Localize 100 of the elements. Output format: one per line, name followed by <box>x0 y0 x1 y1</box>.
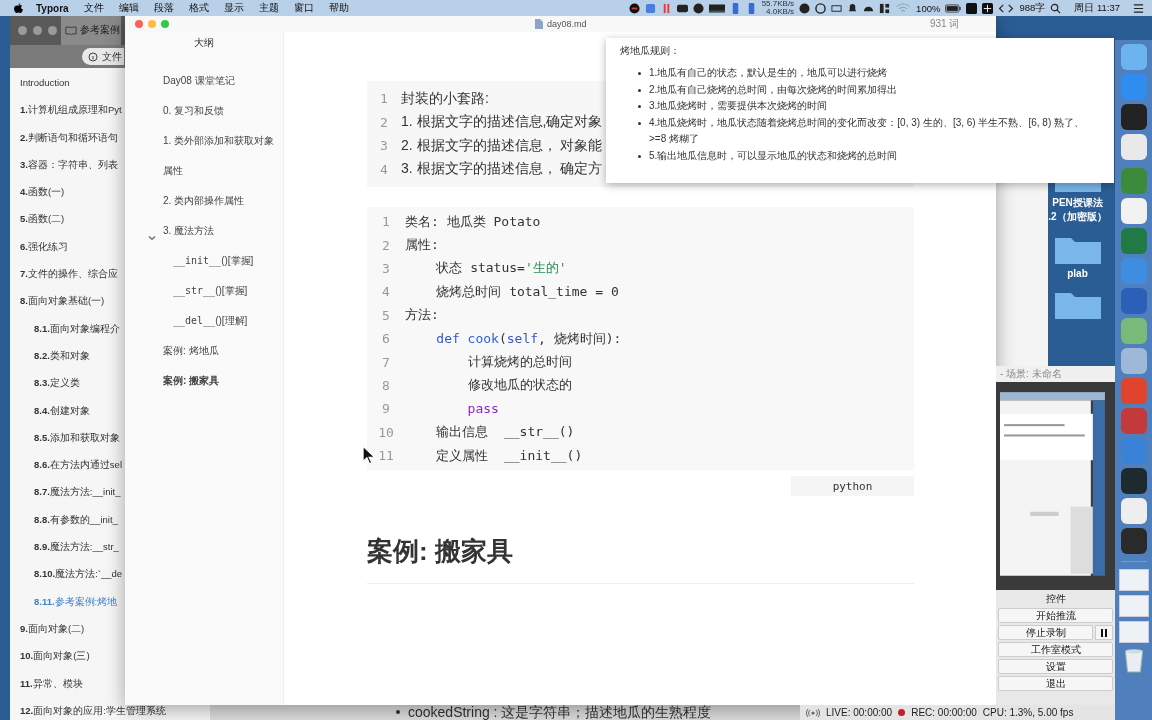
app-icon[interactable] <box>1120 104 1147 130</box>
bell-icon[interactable] <box>847 2 859 14</box>
tray-icon[interactable] <box>966 2 978 14</box>
chevron-icon[interactable] <box>148 234 156 242</box>
control-button[interactable]: 退出 <box>998 676 1113 691</box>
app-icon[interactable] <box>1120 134 1147 160</box>
toc-item[interactable]: 8.1.面向对象编程介 <box>34 321 120 336</box>
control-button[interactable]: 开始推流 <box>998 608 1113 623</box>
section-heading: 案例: 搬家具 <box>367 535 514 569</box>
outline-item[interactable]: Day08 课堂笔记 <box>125 66 281 96</box>
toc-item[interactable]: 8.8.有参数的__init_ <box>34 512 118 527</box>
search-icon[interactable] <box>1050 2 1062 14</box>
window-thumbnail[interactable] <box>1118 569 1149 591</box>
toc-item[interactable]: 8.10.魔法方法:`__de <box>34 567 123 582</box>
tray-icon[interactable] <box>676 2 688 14</box>
line-number: 1 <box>382 214 390 230</box>
toc-item[interactable]: 4.函数(一) <box>20 185 65 200</box>
address-field[interactable]: 文件 <box>82 48 124 65</box>
cpu-graph-icon[interactable] <box>708 2 725 14</box>
trash-icon[interactable] <box>1122 647 1145 673</box>
toc-item[interactable]: 8.9.魔法方法:__str_ <box>34 540 119 555</box>
toc-item[interactable]: 1.计算机组成原理和Pyt <box>20 103 122 118</box>
minimize-button[interactable] <box>33 26 42 35</box>
outline-item[interactable]: __del__()[理解] <box>125 306 291 336</box>
app-icon[interactable] <box>1120 44 1147 70</box>
menu-item[interactable]: 帮助 <box>328 1 349 15</box>
outline-item[interactable]: 案例: 搬家具 <box>125 366 281 396</box>
window-thumbnail[interactable] <box>1118 621 1149 643</box>
list-item: 2.地瓜有自己烧烤的总时间，由每次烧烤的时间累加得出 <box>649 82 899 97</box>
tray-icon[interactable] <box>815 2 827 14</box>
toc-item[interactable]: 8.4.创建对象 <box>34 403 90 418</box>
book-icon <box>65 26 77 35</box>
code-icon[interactable] <box>998 2 1015 14</box>
outline-item[interactable]: 案例: 烤地瓜 <box>125 336 281 366</box>
app-icon[interactable] <box>1120 198 1147 224</box>
toc-item[interactable]: 8.面向对象基础(一) <box>20 294 105 309</box>
record-time: REC: 00:00:00 <box>911 707 977 718</box>
toc-item[interactable]: Introduction <box>20 76 70 90</box>
toc-item[interactable]: 3.容器：字符串、列表 <box>20 157 118 172</box>
tray-icon[interactable] <box>879 2 891 14</box>
list-icon[interactable] <box>1133 2 1144 14</box>
language-field[interactable]: python <box>791 476 914 497</box>
control-button[interactable]: 设置 <box>998 659 1113 674</box>
document-icon <box>535 19 543 29</box>
toc-item[interactable]: 8.11.参考案例:烤地 <box>34 594 118 609</box>
app-icon[interactable] <box>1120 318 1147 344</box>
pause-button[interactable] <box>1095 625 1113 640</box>
browser-tab[interactable]: 参考案例 <box>61 16 121 45</box>
toc-item[interactable]: 2.判断语句和循环语句 <box>20 130 118 145</box>
menu-item[interactable]: 显示 <box>223 1 244 15</box>
battery-icon[interactable] <box>945 2 962 14</box>
toc-item[interactable]: 12.面向对象的应用:学生管理系统 <box>20 703 166 718</box>
control-button[interactable]: 工作室模式 <box>998 642 1113 657</box>
menu-item[interactable]: 窗口 <box>293 1 314 15</box>
line-number: 10 <box>378 424 394 440</box>
menu-item[interactable]: 段落 <box>153 1 174 15</box>
toc-item[interactable]: 8.6.在方法内通过sel <box>34 458 122 473</box>
toc-item[interactable]: 9.面向对象(二) <box>20 621 85 636</box>
toc-item[interactable]: 6.强化练习 <box>20 239 68 254</box>
menu-item[interactable]: Typora <box>36 2 69 14</box>
list-item: 3.地瓜烧烤时，需要提供本次烧烤的时间 <box>649 99 829 113</box>
toc-item[interactable]: 8.2.类和对象 <box>34 348 90 363</box>
outline-item[interactable]: __init__()[掌握] <box>125 246 291 276</box>
close-button[interactable] <box>18 26 27 35</box>
control-button[interactable]: 停止录制 <box>998 625 1093 640</box>
outline-item[interactable]: 0. 复习和反馈 <box>125 96 281 126</box>
tray-icon[interactable] <box>799 2 811 14</box>
app-icon[interactable] <box>1120 498 1147 524</box>
outline-item[interactable]: 2. 类内部操作属性 <box>125 186 281 216</box>
toc-item[interactable]: 8.7.魔法方法:__init_ <box>34 485 121 500</box>
pause-icon <box>1100 628 1108 637</box>
toc-item[interactable]: 5.函数(二) <box>20 212 65 227</box>
toc-item[interactable]: 8.5.添加和获取对象 <box>34 430 120 445</box>
menu-item[interactable]: 编辑 <box>118 1 139 15</box>
apple-icon[interactable] <box>14 2 23 14</box>
outline-item[interactable]: __str__()[掌握] <box>125 276 291 306</box>
folder-label[interactable]: PEN授课法 .2（加密版） <box>1048 196 1107 224</box>
toc-item[interactable]: 11.异常、模块 <box>20 676 83 691</box>
line-number: 7 <box>382 354 390 370</box>
close-button[interactable] <box>135 20 143 28</box>
toc-item[interactable]: 10.面向对象(三) <box>20 649 90 664</box>
toc-item[interactable]: 8.3.定义类 <box>34 376 80 391</box>
line-number: 2 <box>382 237 390 253</box>
list-item: cookedString : 这是字符串；描述地瓜的生熟程度 <box>408 705 712 719</box>
app-icon[interactable] <box>1120 468 1147 494</box>
toc-item[interactable]: 7.文件的操作、综合应 <box>20 267 118 282</box>
outline-item[interactable]: 1. 类外部添加和获取对象属性 <box>125 126 281 186</box>
tray-icon[interactable] <box>628 2 640 14</box>
zoom-button[interactable] <box>161 20 169 28</box>
menu-item[interactable]: 主题 <box>258 1 279 15</box>
cpu-usage: CPU: 1.3%, 5.00 fps <box>982 707 1074 718</box>
zoom-button[interactable] <box>48 26 57 35</box>
app-icon[interactable] <box>1120 528 1147 554</box>
tray-icon[interactable] <box>692 2 704 14</box>
window-thumbnail[interactable] <box>1118 595 1149 617</box>
app-icon[interactable] <box>1120 348 1147 374</box>
menu-item[interactable]: 格式 <box>188 1 209 15</box>
menu-item[interactable]: 文件 <box>83 1 104 15</box>
outline-item[interactable]: 3. 魔法方法 <box>125 216 281 246</box>
folder-label[interactable]: plab <box>1067 268 1088 279</box>
